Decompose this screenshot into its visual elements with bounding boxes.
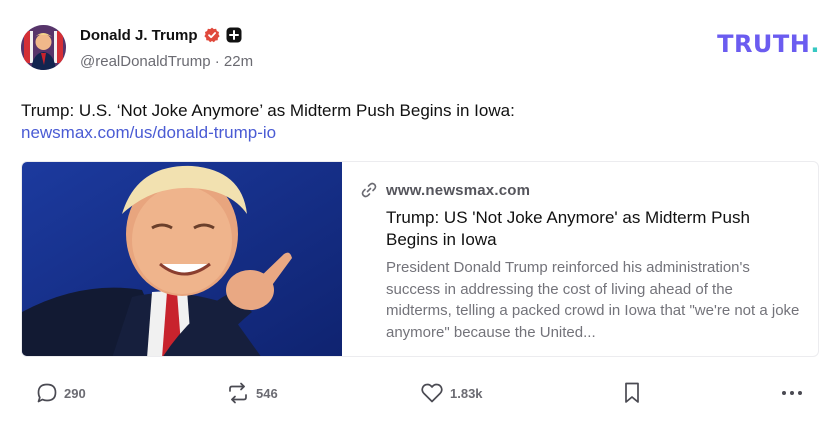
retruth-button[interactable]: 546 [226,380,278,406]
post-link[interactable]: newsmax.com/us/donald-trump-io [21,123,276,143]
link-preview-card[interactable]: www.newsmax.com Trump: US 'Not Joke Anym… [21,161,819,357]
truth-post: Donald J. Trump @realDonaldTrump · 22m T… [0,0,840,431]
reply-icon [36,382,58,404]
preview-description: President Donald Trump reinforced his ad… [386,259,800,341]
bookmark-icon [622,381,642,405]
post-meta: @realDonaldTrump · 22m [80,53,253,70]
like-count: 1.83k [450,385,483,401]
retruth-count: 546 [256,385,278,401]
author-handle[interactable]: @realDonaldTrump [80,53,211,70]
retruth-icon [226,382,250,404]
bookmark-button[interactable] [622,380,642,406]
reply-button[interactable]: 290 [36,380,86,406]
post-time[interactable]: 22m [224,53,253,70]
author-block: Donald J. Trump @realDonaldTrump · 22m [80,26,253,71]
heart-icon [420,382,444,404]
more-dots-icon [780,382,804,404]
verified-badge-icon [203,27,220,43]
preview-title: Trump: US 'Not Joke Anymore' as Midterm … [386,208,750,249]
link-icon [360,181,378,199]
post-text: Trump: U.S. ‘Not Joke Anymore’ as Midter… [21,101,515,120]
action-bar: 290 546 1.83k [0,380,840,406]
author-avatar[interactable] [21,25,66,70]
logo-dot: . [810,30,820,58]
plus-icon [226,27,242,43]
more-options-button[interactable] [780,380,804,406]
preview-image [22,162,342,356]
meta-separator: · [214,53,220,70]
preview-body: www.newsmax.com Trump: US 'Not Joke Anym… [342,162,818,356]
preview-domain: www.newsmax.com [386,182,531,199]
like-button[interactable]: 1.83k [420,380,483,406]
logo-text: TRUTH [717,30,811,58]
author-name[interactable]: Donald J. Trump [80,27,198,44]
truth-logo[interactable]: TRUTH. [717,30,820,58]
reply-count: 290 [64,385,86,401]
